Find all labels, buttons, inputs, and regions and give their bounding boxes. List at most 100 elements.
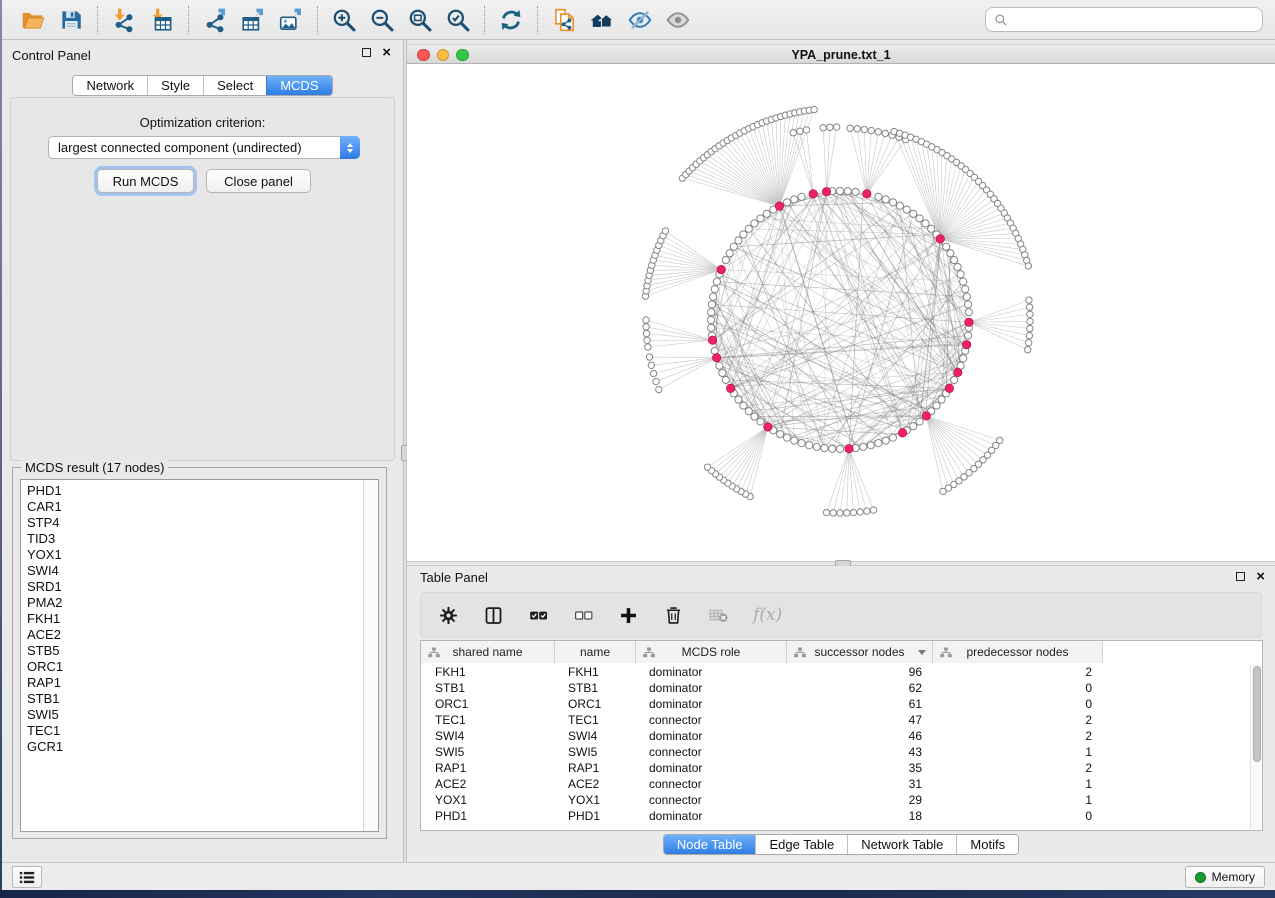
save-session-button[interactable]	[52, 4, 90, 36]
cell-name: ACE2	[554, 777, 635, 791]
tab-select[interactable]: Select	[203, 76, 266, 95]
table-row[interactable]: PHD1PHD1dominator180	[421, 808, 1249, 824]
column-header-successor-nodes[interactable]: successor nodes	[786, 641, 932, 663]
column-header-filler	[1102, 641, 1249, 663]
table-scrollbar-thumb[interactable]	[1253, 666, 1261, 762]
float-panel-icon[interactable]	[1236, 572, 1245, 581]
table-tab-node-table[interactable]: Node Table	[664, 835, 756, 854]
table-row[interactable]: ACE2ACE2connector311	[421, 776, 1249, 792]
mcds-result-item[interactable]: GCR1	[21, 739, 363, 755]
zoom-in-icon	[331, 7, 357, 33]
mcds-result-item[interactable]: ORC1	[21, 659, 363, 675]
delete-table-button	[708, 605, 729, 626]
open-file-icon	[20, 7, 46, 33]
cell-MCDS-role: dominator	[635, 697, 786, 711]
tab-network[interactable]: Network	[73, 76, 147, 95]
cell-name: SWI4	[554, 729, 635, 743]
table-row[interactable]: ORC1ORC1dominator610	[421, 696, 1249, 712]
table-row[interactable]: STB1STB1dominator620	[421, 680, 1249, 696]
zoom-out-button[interactable]	[363, 4, 401, 36]
import-network-button[interactable]	[105, 4, 143, 36]
mcds-result-item[interactable]: SWI5	[21, 707, 363, 723]
split-panel-button[interactable]	[483, 605, 504, 626]
mcds-result-item[interactable]: TID3	[21, 531, 363, 547]
zoom-in-button[interactable]	[325, 4, 363, 36]
memory-button[interactable]: Memory	[1185, 866, 1265, 888]
float-panel-icon[interactable]	[362, 48, 371, 57]
close-panel-icon[interactable]: ×	[382, 48, 391, 57]
table-row[interactable]: TEC1TEC1connector472	[421, 712, 1249, 728]
mcds-result-item[interactable]: PHD1	[21, 483, 363, 499]
table-tab-motifs[interactable]: Motifs	[956, 835, 1018, 854]
zoom-selected-button[interactable]	[439, 4, 477, 36]
cell-MCDS-role: connector	[635, 777, 786, 791]
mcds-result-item[interactable]: ACE2	[21, 627, 363, 643]
export-table-button[interactable]	[234, 4, 272, 36]
tab-style[interactable]: Style	[147, 76, 203, 95]
add-column-icon	[618, 605, 639, 626]
table-row[interactable]: FKH1FKH1dominator962	[421, 664, 1249, 680]
column-header-predecessor-nodes[interactable]: predecessor nodes	[932, 641, 1102, 663]
run-mcds-button[interactable]: Run MCDS	[97, 169, 194, 193]
mcds-result-item[interactable]: FKH1	[21, 611, 363, 627]
close-panel-icon[interactable]: ×	[1256, 572, 1265, 581]
duplicate-network-button[interactable]	[545, 4, 583, 36]
zoom-fit-icon	[407, 7, 433, 33]
mcds-result-item[interactable]: TEC1	[21, 723, 363, 739]
show-all-button[interactable]	[659, 4, 697, 36]
column-settings-button[interactable]	[438, 605, 459, 626]
refresh-button[interactable]	[492, 4, 530, 36]
mcds-result-item[interactable]: YOX1	[21, 547, 363, 563]
table-tab-network-table[interactable]: Network Table	[847, 835, 956, 854]
function-builder-icon: f(x)	[753, 605, 782, 625]
column-header-shared-name[interactable]: shared name	[421, 641, 554, 663]
export-network-button[interactable]	[196, 4, 234, 36]
hide-selected-button[interactable]	[621, 4, 659, 36]
delete-column-icon	[663, 605, 684, 626]
zoom-fit-button[interactable]	[401, 4, 439, 36]
table-row[interactable]: YOX1YOX1connector291	[421, 792, 1249, 808]
export-network-icon	[202, 7, 228, 33]
table-row[interactable]: SWI5SWI5connector431	[421, 744, 1249, 760]
mcds-result-item[interactable]: STP4	[21, 515, 363, 531]
mcds-result-item[interactable]: STB1	[21, 691, 363, 707]
select-all-checkboxes-button[interactable]	[528, 605, 549, 626]
table-scrollbar[interactable]	[1250, 664, 1262, 829]
cell-name: TEC1	[554, 713, 635, 727]
import-table-button[interactable]	[143, 4, 181, 36]
tab-mcds[interactable]: MCDS	[266, 76, 331, 95]
cell-successor-nodes: 18	[786, 809, 932, 823]
mcds-result-groupbox: MCDS result (17 nodes) PHD1CAR1STP4TID3Y…	[12, 467, 387, 839]
network-canvas[interactable]	[407, 64, 1275, 561]
table-row[interactable]: RAP1RAP1dominator352	[421, 760, 1249, 776]
table-tab-edge-table[interactable]: Edge Table	[755, 835, 847, 854]
mcds-result-item[interactable]: CAR1	[21, 499, 363, 515]
zoom-selected-icon	[445, 7, 471, 33]
task-history-button[interactable]	[12, 866, 42, 888]
toolbar-separator	[97, 6, 98, 34]
add-column-button[interactable]	[618, 605, 639, 626]
mcds-result-item[interactable]: PMA2	[21, 595, 363, 611]
delete-column-button[interactable]	[663, 605, 684, 626]
export-table-icon	[240, 7, 266, 33]
cell-MCDS-role: dominator	[635, 665, 786, 679]
duplicate-network-icon	[551, 7, 577, 33]
refresh-icon	[498, 7, 524, 33]
search-input[interactable]	[1014, 12, 1254, 27]
search-box[interactable]	[985, 7, 1263, 32]
close-panel-button[interactable]: Close panel	[206, 169, 311, 193]
first-neighbors-button[interactable]	[583, 4, 621, 36]
column-header-MCDS-role[interactable]: MCDS role	[635, 641, 786, 663]
deselect-all-checkboxes-button[interactable]	[573, 605, 594, 626]
mcds-result-item[interactable]: RAP1	[21, 675, 363, 691]
table-row[interactable]: SWI4SWI4dominator462	[421, 728, 1249, 744]
mcds-result-item[interactable]: SRD1	[21, 579, 363, 595]
mcds-result-item[interactable]: SWI4	[21, 563, 363, 579]
optimization-criterion-select[interactable]: largest connected component (undirected)	[48, 136, 360, 159]
mcds-result-item[interactable]: STB5	[21, 643, 363, 659]
column-header-name[interactable]: name	[554, 641, 635, 663]
mcds-result-scrollbar[interactable]	[363, 480, 378, 831]
open-file-button[interactable]	[14, 4, 52, 36]
export-image-button[interactable]	[272, 4, 310, 36]
table-panel: Table Panel × f(x) shared namenameMCDS r…	[407, 566, 1275, 862]
